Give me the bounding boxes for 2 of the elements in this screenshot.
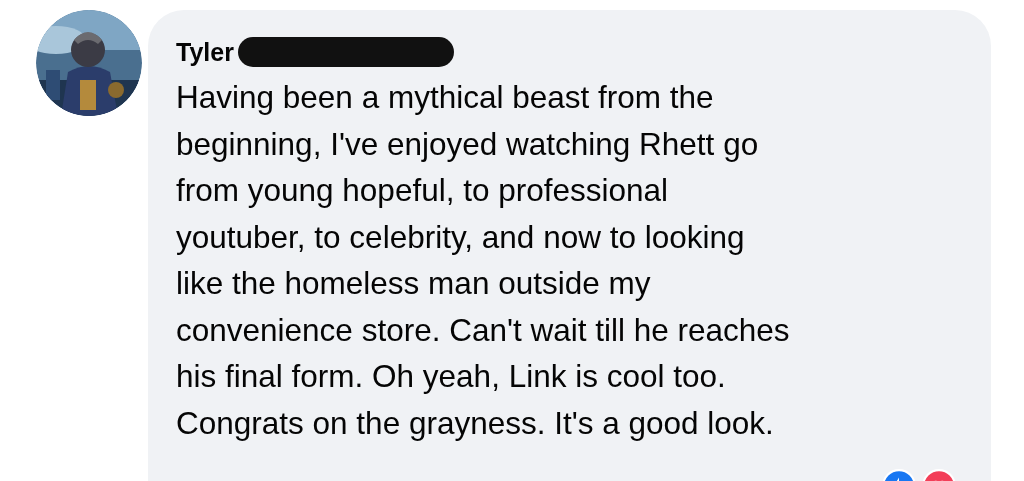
- author-name[interactable]: Tyler: [176, 37, 234, 67]
- comment-text: Having been a mythical beast from the beginning, I've enjoyed watching Rhett go from young hopeful, to professional youtuber, to celebrity, and now to looking like the homeless man outside my convenience store. Can't wait till he reaches his final form. Oh yeah, Link is cool too. Congrats on the grayness. It's a good look.: [176, 78, 791, 443]
